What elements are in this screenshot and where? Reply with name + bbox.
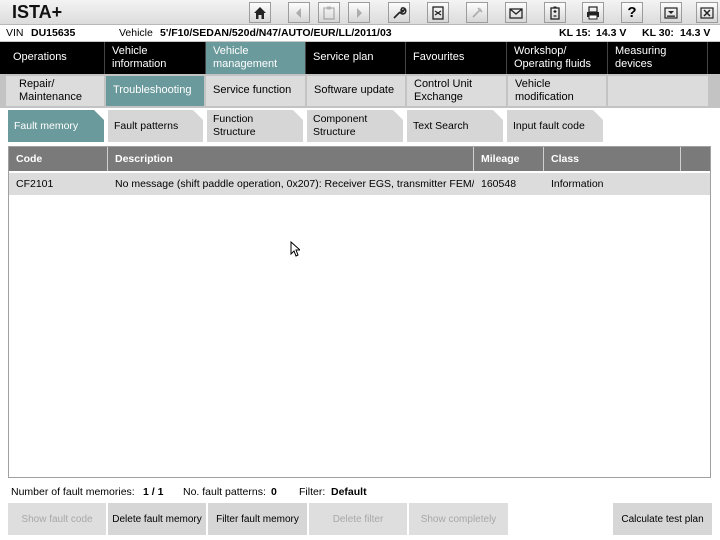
vin-label: VIN (6, 27, 24, 39)
tab-row: Fault memory Fault patterns Function Str… (0, 110, 720, 144)
subnav-repair-maintenance[interactable]: Repair/ Maintenance (6, 76, 104, 106)
table-row[interactable]: CF2101 No message (shift paddle operatio… (9, 173, 710, 195)
tab-component-structure[interactable]: Component Structure (307, 110, 403, 142)
help-button[interactable]: ? (621, 2, 643, 23)
fault-memories-label: Number of fault memories: (11, 486, 135, 498)
subnav-troubleshooting[interactable]: Troubleshooting (106, 76, 204, 106)
kl30-label: KL 30: (642, 27, 674, 39)
battery-icon (550, 6, 560, 20)
tab-fault-patterns[interactable]: Fault patterns (108, 110, 203, 142)
subnav-control-unit-exchange[interactable]: Control Unit Exchange (407, 76, 506, 106)
tools-button[interactable] (388, 2, 410, 23)
back-icon (296, 7, 301, 18)
fault-patterns-label: No. fault patterns: (183, 486, 266, 498)
vehicle-info-bar: VIN DU15635 Vehicle 5'/F10/SEDAN/520d/N4… (0, 25, 720, 42)
connection-icon (432, 5, 444, 20)
title-bar: ISTA+ ? (0, 0, 720, 25)
home-icon (254, 6, 266, 19)
delete-fault-memory-button[interactable]: Delete fault memory (108, 503, 206, 535)
kl30-value: 14.3 V (680, 27, 711, 39)
nav-favourites[interactable]: Favourites (406, 42, 507, 74)
tab-text-search[interactable]: Text Search (407, 110, 503, 142)
status-line: Number of fault memories: 1 / 1 No. faul… (0, 483, 720, 501)
subnav-vehicle-modification[interactable]: Vehicle modification (508, 76, 606, 106)
cell-code: CF2101 (16, 178, 54, 190)
close-button[interactable] (696, 2, 718, 23)
mail-icon (509, 7, 523, 19)
close-icon (700, 6, 714, 19)
minimize-button[interactable] (660, 2, 682, 23)
nav-operations[interactable]: Operations (6, 42, 105, 74)
fault-patterns-value: 0 (271, 486, 277, 498)
nav-vehicle-information[interactable]: Vehicle information (105, 42, 206, 74)
subnav-software-update[interactable]: Software update (307, 76, 405, 106)
print-icon (587, 5, 599, 19)
wrench-icon (393, 6, 407, 19)
main-navigation: Operations Vehicle information Vehicle m… (0, 42, 720, 74)
kl15-label: KL 15: (559, 27, 591, 39)
tab-function-structure[interactable]: Function Structure (207, 110, 303, 142)
mouse-cursor-icon (290, 241, 300, 257)
column-header-extra (681, 147, 710, 171)
home-button[interactable] (249, 2, 271, 23)
vehicle-value: 5'/F10/SEDAN/520d/N47/AUTO/EUR/LL/2011/0… (160, 27, 392, 39)
subnav-service-function[interactable]: Service function (206, 76, 305, 106)
fault-memories-value: 1 / 1 (143, 486, 164, 498)
forward-button[interactable] (348, 2, 370, 23)
vehicle-label: Vehicle (119, 27, 153, 39)
sub-navigation: Repair/ Maintenance Troubleshooting Serv… (0, 74, 720, 108)
nav-vehicle-management[interactable]: Vehicle management (206, 42, 306, 74)
forward-icon (357, 7, 362, 18)
clipboard-icon (323, 6, 335, 20)
vin-value: DU15635 (31, 27, 76, 39)
show-completely-button[interactable]: Show completely (409, 503, 508, 535)
diagnosis-icon (472, 6, 483, 18)
back-button[interactable] (288, 2, 310, 23)
filter-value: Default (331, 486, 367, 498)
column-header-class[interactable]: Class (544, 147, 681, 171)
kl15-value: 14.3 V (596, 27, 627, 39)
clipboard-button[interactable] (318, 2, 340, 23)
minimize-icon (664, 6, 678, 19)
column-header-mileage[interactable]: Mileage (474, 147, 544, 171)
app-title: ISTA+ (12, 2, 63, 22)
subnav-empty-slot (608, 76, 708, 106)
filter-fault-memory-button[interactable]: Filter fault memory (208, 503, 307, 535)
nav-workshop-operating-fluids[interactable]: Workshop/ Operating fluids (507, 42, 608, 74)
battery-button[interactable] (544, 2, 566, 23)
cell-class: Information (551, 178, 604, 190)
connection-button[interactable] (427, 2, 449, 23)
diagnosis-button[interactable] (466, 2, 488, 23)
table-header: Code Description Mileage Class (9, 147, 710, 171)
tab-fault-memory[interactable]: Fault memory (8, 110, 104, 142)
column-header-code[interactable]: Code (9, 147, 108, 171)
fault-memory-table: Code Description Mileage Class CF2101 No… (8, 146, 711, 478)
tab-input-fault-code[interactable]: Input fault code (507, 110, 603, 142)
filter-label: Filter: (299, 486, 326, 498)
column-header-description[interactable]: Description (108, 147, 474, 171)
delete-filter-button[interactable]: Delete filter (309, 503, 407, 535)
help-icon: ? (627, 4, 637, 21)
print-button[interactable] (582, 2, 604, 23)
mail-button[interactable] (505, 2, 527, 23)
cell-mileage: 160548 (481, 178, 517, 190)
show-fault-code-button[interactable]: Show fault code (8, 503, 106, 535)
nav-measuring-devices[interactable]: Measuring devices (608, 42, 708, 74)
calculate-test-plan-button[interactable]: Calculate test plan (613, 503, 712, 535)
cell-description: No message (shift paddle operation, 0x20… (115, 178, 474, 190)
nav-service-plan[interactable]: Service plan (306, 42, 406, 74)
